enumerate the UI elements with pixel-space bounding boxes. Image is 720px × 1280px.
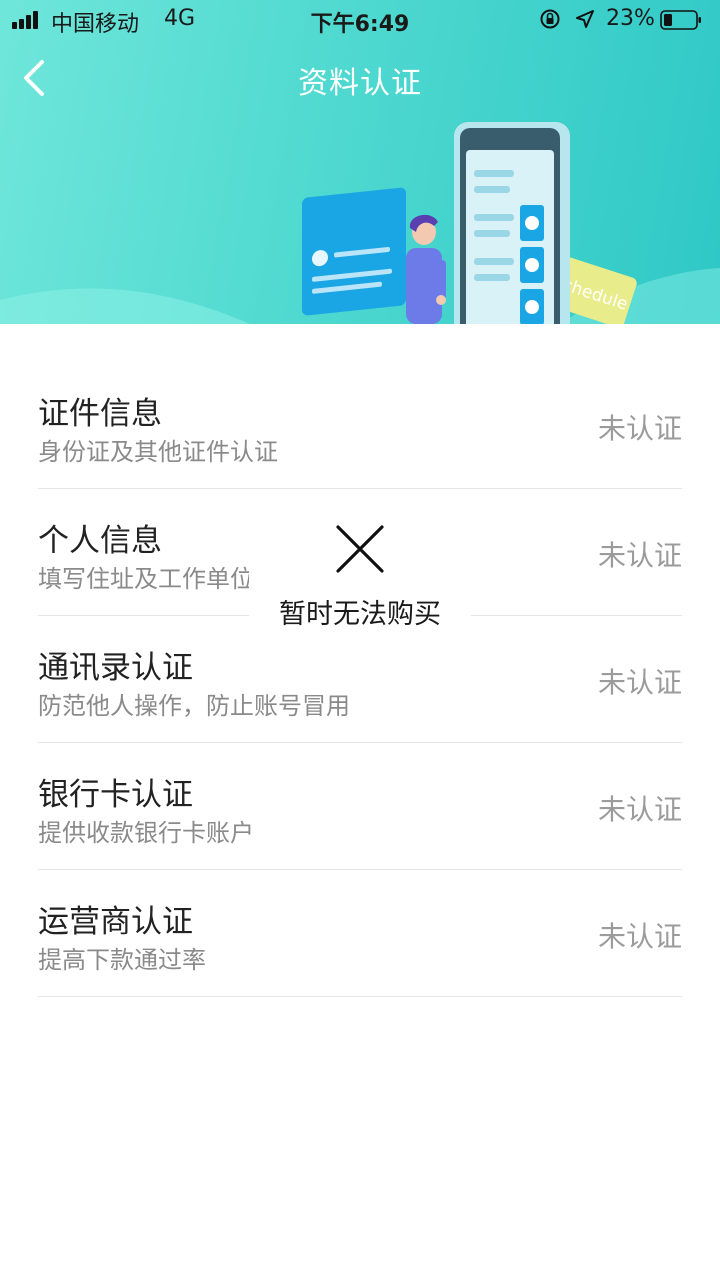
toast-text: 暂时无法购买 — [279, 599, 441, 630]
verification-list: 证件信息 身份证及其他证件认证 未认证 个人信息 填写住址及工作单位 未认证 通… — [38, 362, 682, 997]
item-title: 运营商认证 — [38, 904, 193, 940]
banner-illustration: chedule — [0, 122, 720, 324]
item-status: 未认证 — [597, 793, 682, 826]
rotation-lock-icon — [540, 9, 560, 29]
status-bar: 中国移动 4G 下午6:49 23% — [0, 0, 720, 40]
item-description: 填写住址及工作单位 — [38, 565, 254, 593]
item-description: 身份证及其他证件认证 — [38, 438, 278, 466]
item-status: 未认证 — [597, 539, 682, 572]
location-arrow-icon — [576, 10, 594, 28]
close-x-icon — [336, 525, 384, 573]
header-banner: chedule 中国移动 4G 下午6:49 23% 资料认证 — [0, 0, 720, 324]
item-status: 未认证 — [597, 666, 682, 699]
list-item-bank-card[interactable]: 银行卡认证 提供收款银行卡账户 未认证 — [38, 743, 682, 870]
item-description: 防范他人操作，防止账号冒用 — [38, 692, 350, 720]
list-item-carrier[interactable]: 运营商认证 提高下款通过率 未认证 — [38, 870, 682, 997]
battery-percent: 23% — [606, 6, 655, 31]
item-title: 银行卡认证 — [38, 777, 193, 813]
item-title: 通讯录认证 — [38, 650, 193, 686]
battery-icon — [660, 10, 701, 30]
page-title: 资料认证 — [298, 66, 422, 101]
item-status: 未认证 — [597, 412, 682, 445]
item-title: 个人信息 — [38, 523, 162, 559]
screen: chedule 中国移动 4G 下午6:49 23% 资料认证 证件信息 身份证… — [0, 0, 720, 1280]
item-status: 未认证 — [597, 920, 682, 953]
list-item-id-info[interactable]: 证件信息 身份证及其他证件认证 未认证 — [38, 362, 682, 489]
item-description: 提高下款通过率 — [38, 946, 206, 974]
item-title: 证件信息 — [38, 396, 162, 432]
item-description: 提供收款银行卡账户 — [38, 819, 254, 847]
toast-message: 暂时无法购买 — [249, 494, 471, 654]
